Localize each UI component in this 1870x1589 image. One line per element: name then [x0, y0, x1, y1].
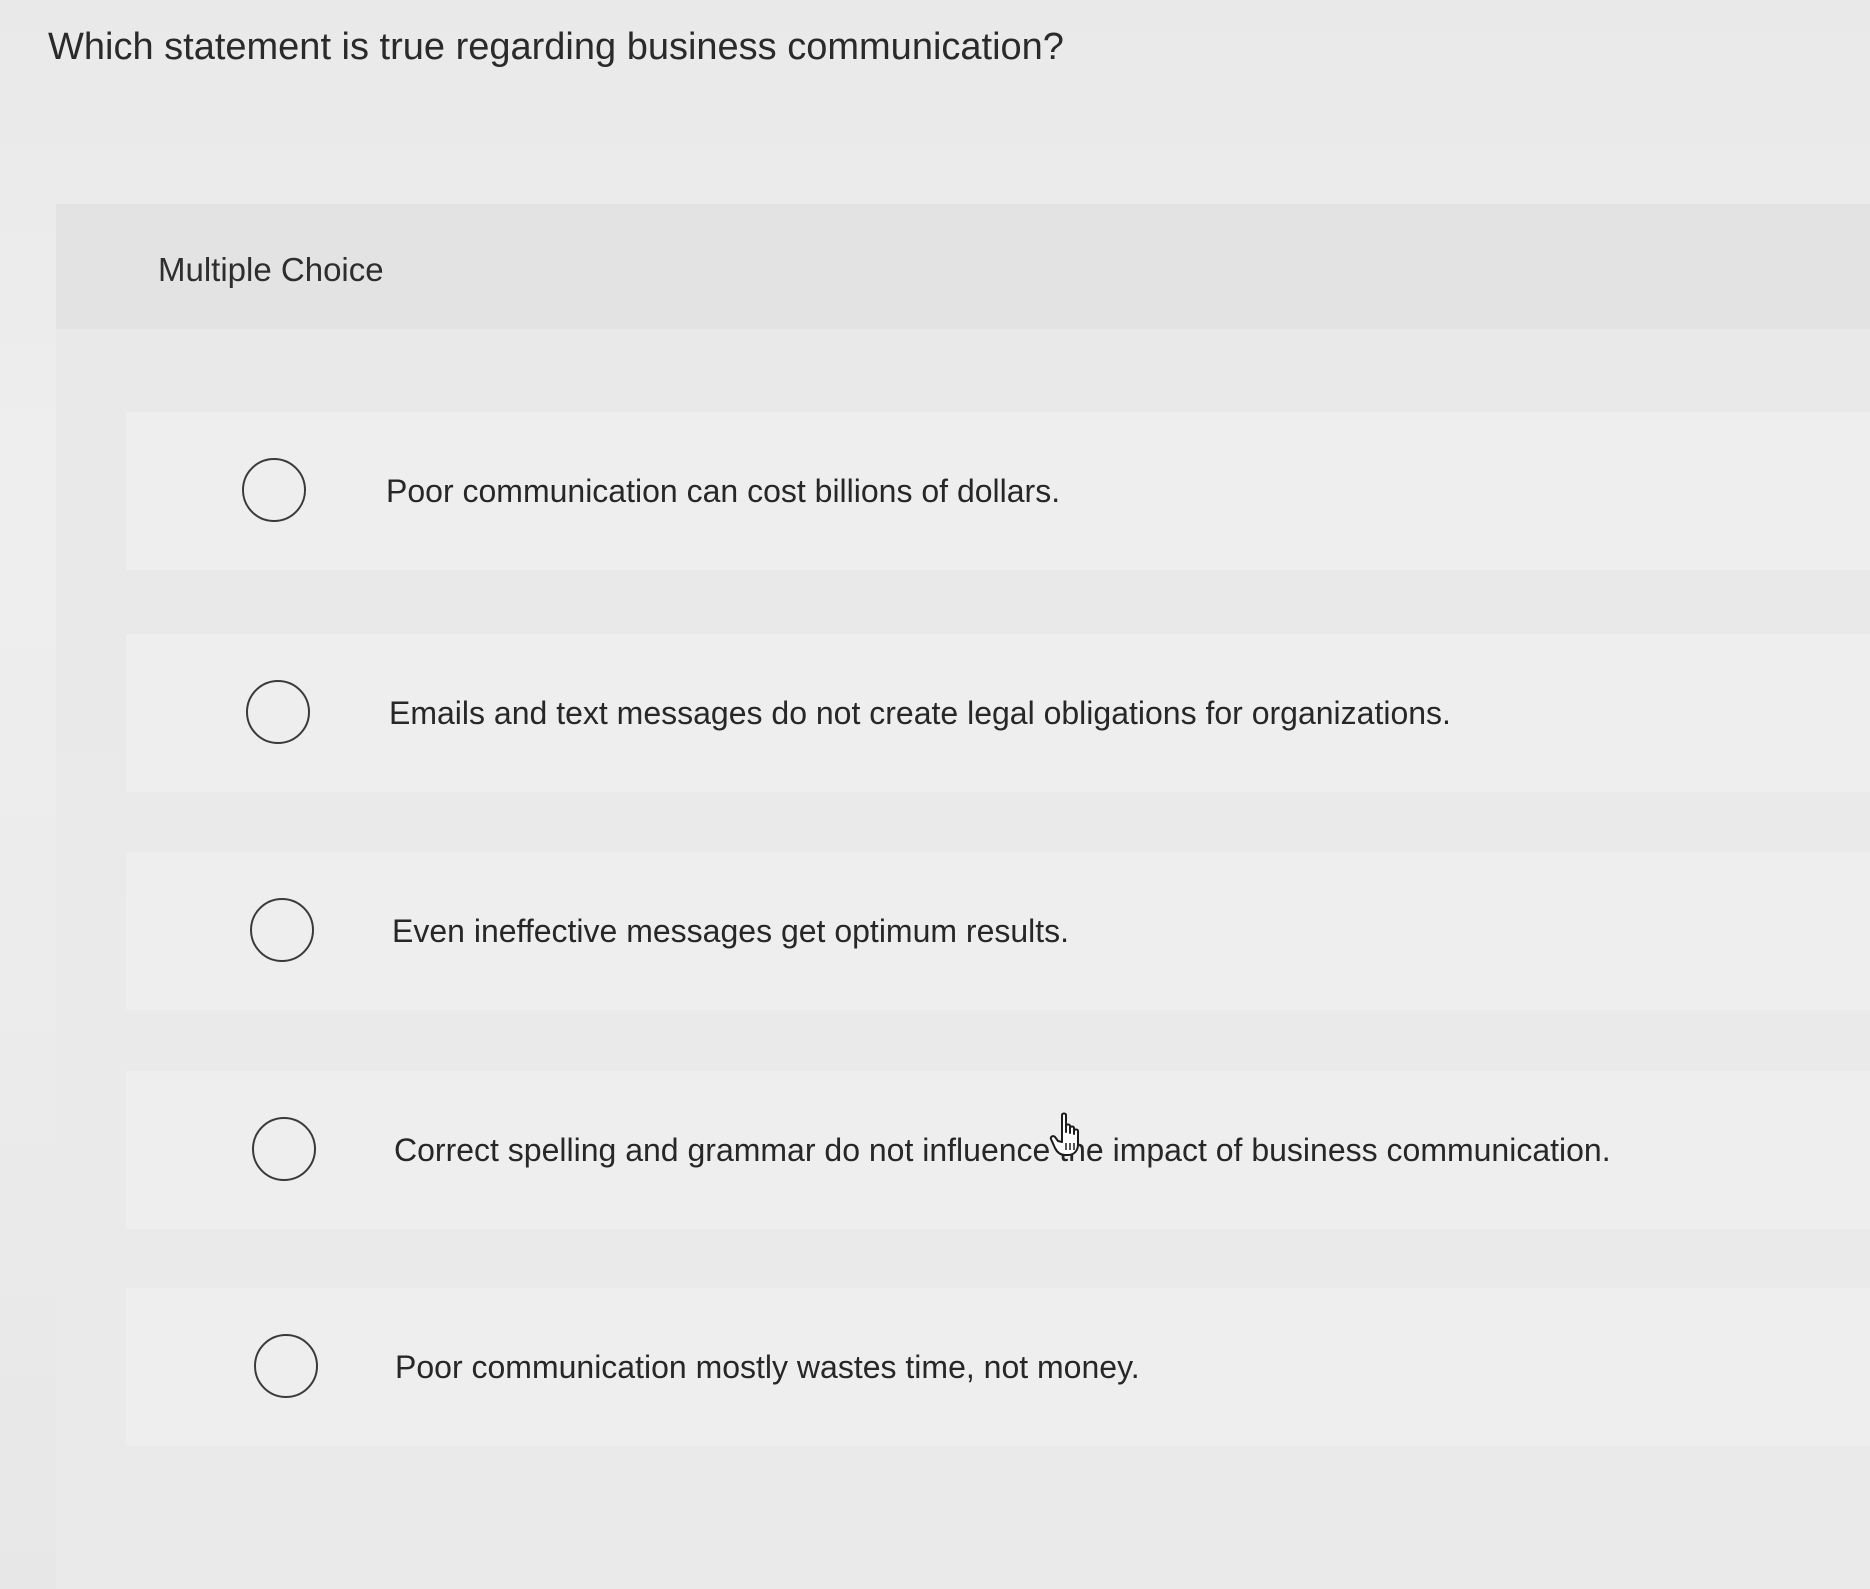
answer-option-label: Poor communication can cost billions of …	[386, 473, 1061, 509]
answer-option-1[interactable]: Poor communication can cost billions of …	[126, 412, 1870, 570]
answer-option-4[interactable]: Correct spelling and grammar do not infl…	[126, 1071, 1870, 1229]
answer-option-3[interactable]: Even ineffective messages get optimum re…	[126, 852, 1870, 1010]
question-text: Which statement is true regarding busine…	[48, 26, 1064, 68]
question-type-label: Multiple Choice	[158, 251, 384, 288]
answer-option-label: Poor communication mostly wastes time, n…	[395, 1349, 1140, 1385]
radio-button[interactable]	[242, 458, 306, 522]
hand-pointer-icon	[1049, 1112, 1079, 1156]
radio-button[interactable]	[252, 1117, 316, 1181]
answer-option-5[interactable]: Poor communication mostly wastes time, n…	[126, 1288, 1870, 1446]
radio-button[interactable]	[246, 680, 310, 744]
answer-option-2[interactable]: Emails and text messages do not create l…	[126, 634, 1870, 792]
radio-button[interactable]	[250, 898, 314, 962]
radio-button[interactable]	[254, 1334, 318, 1398]
answer-option-label: Even ineffective messages get optimum re…	[392, 913, 1070, 949]
answer-option-label: Correct spelling and grammar do not infl…	[394, 1132, 1611, 1168]
multiple-choice-panel: Multiple Choice Poor communication can c…	[56, 204, 1870, 1589]
answer-option-label: Emails and text messages do not create l…	[389, 695, 1451, 731]
